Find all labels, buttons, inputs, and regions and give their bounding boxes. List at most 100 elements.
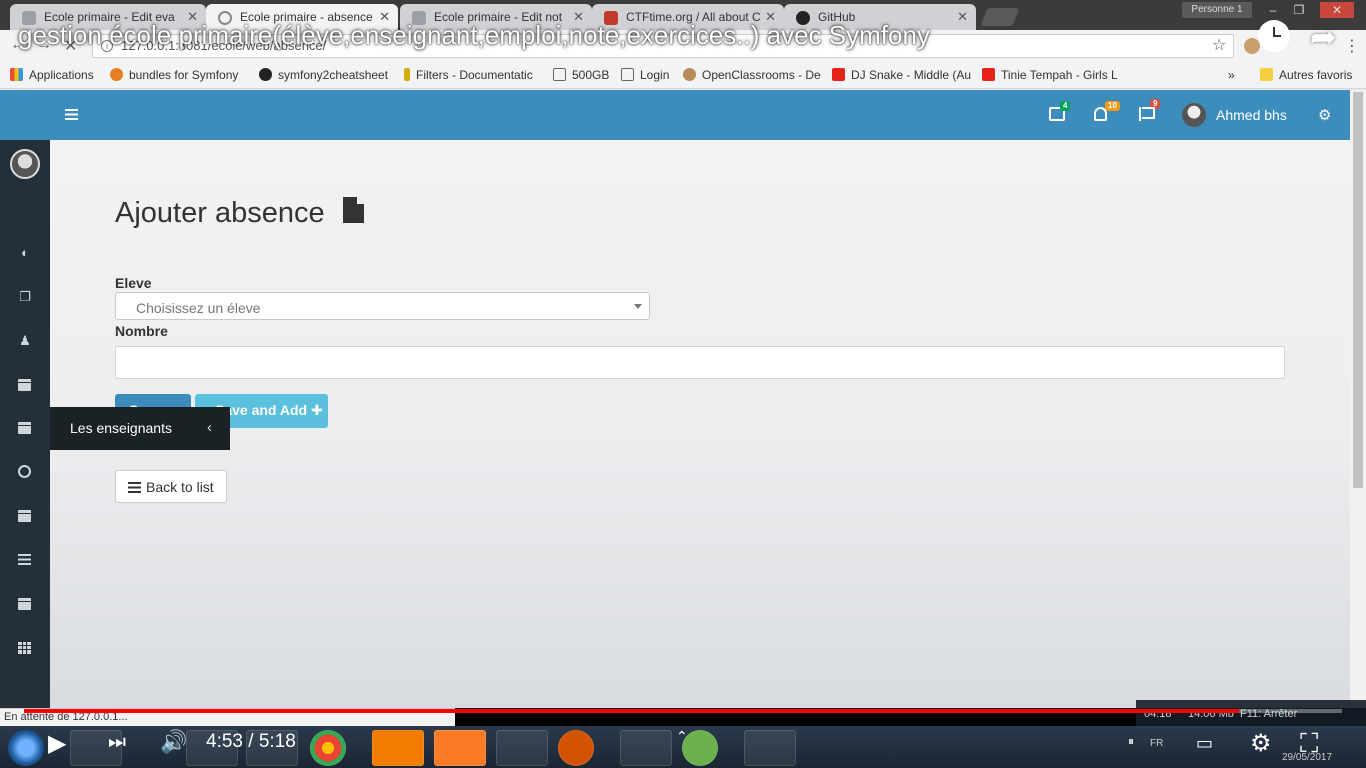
sidebar-flyout[interactable]: Les enseignants ‹	[50, 407, 230, 450]
main-content: Ajouter absence Eleve Choisissez un élev…	[50, 140, 1350, 708]
orange-taskbar-icon[interactable]	[372, 730, 424, 766]
language-indicator[interactable]: FR	[1150, 738, 1163, 749]
video-title[interactable]: gestion école primaire(élève,enseignant,…	[18, 20, 930, 51]
exit-fullscreen-icon[interactable]: ⛶	[1300, 728, 1318, 760]
plus-icon: ✚	[310, 402, 323, 418]
file-icon	[343, 197, 364, 223]
user-name[interactable]: Ahmed bhs	[1216, 107, 1287, 123]
caret-down-icon	[634, 304, 642, 309]
bookmark-favicon-icon	[110, 68, 123, 81]
play-icon[interactable]: ▶	[48, 729, 66, 758]
list-icon	[128, 482, 141, 493]
flyout-label: Les enseignants	[70, 420, 172, 436]
next-icon[interactable]: ⏭	[108, 731, 126, 754]
extension-cookie-icon[interactable]	[1244, 38, 1260, 54]
youtube-icon	[982, 68, 995, 81]
sidebar-item-calendar[interactable]	[0, 496, 50, 536]
page-title: Ajouter absence	[115, 197, 325, 229]
eleve-select-placeholder: Choisissez un éleve	[136, 300, 261, 316]
calendar-icon	[18, 422, 31, 434]
dashboard-icon: ◐	[21, 245, 29, 260]
bookmark-item[interactable]: Login	[621, 68, 669, 82]
bookmarks-bar: Applications bundles for Symfony symfony…	[0, 62, 1366, 89]
calendar-icon	[18, 510, 31, 522]
top-navbar: 4 10 9 Ahmed bhs ⚙	[50, 90, 1350, 140]
sidebar-item-calendar[interactable]	[0, 365, 50, 405]
sidebar-item-dashboard[interactable]: ◐	[0, 233, 50, 273]
sidebar-brand[interactable]	[0, 90, 50, 140]
openclassrooms-icon	[683, 68, 696, 81]
list-icon	[18, 554, 31, 565]
sidebar-item-schedule[interactable]	[0, 452, 50, 492]
grid-icon	[18, 642, 31, 654]
bookmark-star-icon[interactable]: ☆	[1212, 35, 1226, 55]
bookmark-item[interactable]: Applications	[10, 68, 94, 82]
window-close-icon[interactable]: ✕	[1320, 2, 1354, 18]
new-tab-button[interactable]	[980, 8, 1020, 26]
mail-count-badge: 4	[1060, 101, 1071, 111]
nombre-label: Nombre	[115, 323, 168, 339]
chrome-taskbar-icon[interactable]	[310, 730, 346, 766]
taskbar-app[interactable]	[620, 730, 672, 766]
bookmark-item[interactable]: DJ Snake - Middle (Au	[832, 68, 971, 82]
video-progress-bar[interactable]	[24, 709, 1342, 713]
hamburger-icon[interactable]	[65, 109, 78, 120]
bookmark-item[interactable]: Filters - Documentatic	[404, 68, 533, 82]
settings-gear-icon[interactable]: ⚙	[1250, 729, 1272, 758]
bookmarks-overflow-button[interactable]: »	[1228, 68, 1235, 82]
avatar	[10, 149, 40, 179]
sidebar-item-students[interactable]: ♟	[0, 321, 50, 361]
bookmark-item[interactable]: 500GB	[553, 68, 609, 82]
task-count-badge: 9	[1150, 99, 1161, 109]
other-bookmarks-folder[interactable]: Autres favoris	[1260, 68, 1352, 82]
user-avatar[interactable]	[1182, 103, 1206, 127]
video-progress-fill	[24, 709, 1240, 713]
sidebar-item-list[interactable]	[0, 540, 50, 580]
pause-icon[interactable]: ⏸	[1128, 734, 1134, 749]
sidebar-item-grid[interactable]	[0, 628, 50, 668]
gears-icon[interactable]: ⚙	[1318, 106, 1331, 124]
bookmark-item[interactable]: bundles for Symfony	[110, 68, 238, 82]
sidebar-item-teachers[interactable]	[0, 408, 50, 448]
clone-icon: ❐	[19, 289, 31, 304]
child-icon: ♟	[19, 333, 31, 348]
minimize-icon[interactable]: –	[1262, 2, 1284, 18]
subtitles-icon[interactable]: ▭	[1196, 733, 1213, 754]
video-time: 4:53 / 5:18	[206, 731, 296, 752]
sidebar-item-clone[interactable]: ❐	[0, 277, 50, 317]
bookmark-favicon-icon	[404, 68, 410, 81]
close-icon[interactable]: ✕	[957, 9, 968, 25]
admin-app: ◐ ❐ ♟ Les enseignants ‹ 4 10 9 Ahmed bhs…	[0, 90, 1366, 708]
chevron-up-icon[interactable]: ⌃	[676, 728, 688, 745]
start-button[interactable]	[8, 730, 44, 766]
sidebar: ◐ ❐ ♟	[0, 90, 50, 708]
scrollbar-thumb[interactable]	[1353, 92, 1363, 488]
calendar-icon	[18, 379, 31, 391]
flag-icon[interactable]: 9	[1139, 99, 1161, 121]
back-to-list-button[interactable]: Back to list	[115, 470, 227, 503]
watch-later-icon[interactable]	[1258, 20, 1290, 52]
share-icon[interactable]: ➦	[1310, 18, 1337, 56]
profile-button[interactable]: Personne 1	[1182, 2, 1252, 18]
bookmark-item[interactable]: Tinie Tempah - Girls L	[982, 68, 1118, 82]
bell-icon[interactable]: 10	[1094, 101, 1120, 121]
symfony-icon	[259, 68, 272, 81]
taskbar-app[interactable]	[744, 730, 796, 766]
taskbar-app[interactable]	[496, 730, 548, 766]
clock-icon	[18, 465, 31, 478]
envelope-icon[interactable]: 4	[1049, 101, 1071, 121]
xampp-taskbar-icon[interactable]	[434, 730, 486, 766]
sidebar-item-calendar-alt[interactable]	[0, 584, 50, 624]
volume-icon[interactable]: 🔊	[160, 729, 187, 755]
nombre-input[interactable]	[115, 346, 1285, 379]
bookmark-item[interactable]: OpenClassrooms - De	[683, 68, 821, 82]
page-scrollbar[interactable]	[1350, 90, 1366, 708]
bookmark-item[interactable]: symfony2cheatsheet	[259, 68, 388, 82]
folder-icon	[1260, 68, 1273, 81]
taskbar-app[interactable]	[558, 730, 594, 766]
eleve-label: Eleve	[115, 275, 152, 291]
eleve-select[interactable]: Choisissez un éleve	[115, 292, 650, 320]
menu-icon[interactable]: ⋮	[1344, 36, 1360, 56]
calendar-alt-icon	[18, 598, 31, 610]
maximize-icon[interactable]: ❐	[1288, 2, 1310, 18]
